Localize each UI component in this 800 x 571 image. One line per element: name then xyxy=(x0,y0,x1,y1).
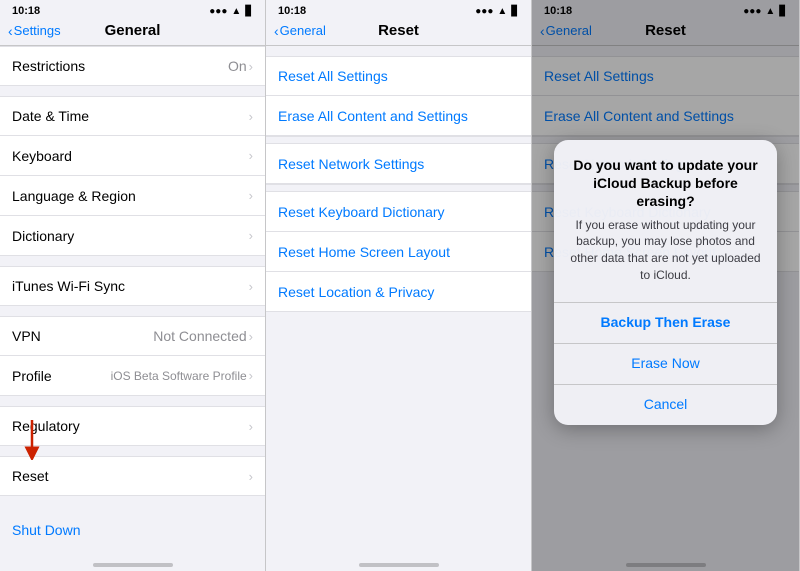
alert-message: If you erase without updating your backu… xyxy=(570,217,761,284)
item-reset[interactable]: Reset › xyxy=(0,456,265,496)
back-chevron-icon: ‹ xyxy=(8,23,13,39)
label-reset: Reset xyxy=(12,468,49,484)
nav-bar-2: ‹ General Reset xyxy=(266,20,531,46)
item-datetime[interactable]: Date & Time › xyxy=(0,96,265,136)
chevron-language: › xyxy=(249,188,253,203)
nav-back-label-2: General xyxy=(280,23,326,38)
chevron-dictionary: › xyxy=(249,228,253,243)
value-restrictions: On › xyxy=(228,58,253,74)
item-keyboard[interactable]: Keyboard › xyxy=(0,136,265,176)
value-profile: iOS Beta Software Profile › xyxy=(111,368,253,383)
nav-back-2[interactable]: ‹ General xyxy=(274,23,326,39)
label-profile: Profile xyxy=(12,368,52,384)
section-reset: Reset › xyxy=(0,456,265,496)
vpn-value: Not Connected xyxy=(153,328,246,344)
item-shutdown[interactable]: Shut Down xyxy=(0,510,265,550)
chevron-reset: › xyxy=(249,469,253,484)
item-profile[interactable]: Profile iOS Beta Software Profile › xyxy=(0,356,265,396)
label-restrictions: Restrictions xyxy=(12,58,85,74)
label-shutdown: Shut Down xyxy=(12,522,80,538)
label-itunes: iTunes Wi-Fi Sync xyxy=(12,278,125,294)
label-reset-keyboard: Reset Keyboard Dictionary xyxy=(278,204,445,220)
chevron-vpn: › xyxy=(249,329,253,344)
settings-list-1: Restrictions On › Date & Time › Keyboard… xyxy=(0,46,265,551)
chevron-restrictions: › xyxy=(249,59,253,74)
chevron-itunes: › xyxy=(249,279,253,294)
panel1-general: 10:18 ●●● ▲ ▊ ‹ Settings General Restric… xyxy=(0,0,266,571)
signal-icon: ●●● xyxy=(209,6,227,17)
section-restrictions: Restrictions On › xyxy=(0,46,265,86)
panel2-reset: 10:18 ●●● ▲ ▊ ‹ General Reset Reset All … xyxy=(266,0,532,571)
item-reset-keyboard[interactable]: Reset Keyboard Dictionary xyxy=(266,192,531,232)
label-dictionary: Dictionary xyxy=(12,228,74,244)
erase-now-button[interactable]: Erase Now xyxy=(554,344,777,385)
signal-icon-2: ●●● xyxy=(475,6,493,17)
home-indicator-2 xyxy=(359,563,439,567)
erase-now-label: Erase Now xyxy=(631,355,699,371)
nav-back-1[interactable]: ‹ Settings xyxy=(8,23,61,39)
item-reset-all[interactable]: Reset All Settings xyxy=(266,56,531,96)
panel3-dialog: 10:18 ●●● ▲ ▊ ‹ General Reset Reset All … xyxy=(532,0,800,571)
profile-value: iOS Beta Software Profile xyxy=(111,369,247,383)
cancel-button[interactable]: Cancel xyxy=(554,385,777,425)
item-dictionary[interactable]: Dictionary › xyxy=(0,216,265,256)
nav-title-1: General xyxy=(105,22,161,39)
bottom-bar-1 xyxy=(0,551,265,571)
reset-list: Reset All Settings Erase All Content and… xyxy=(266,46,531,551)
status-time-2: 10:18 xyxy=(278,5,306,17)
item-reset-home[interactable]: Reset Home Screen Layout xyxy=(266,232,531,272)
cancel-label: Cancel xyxy=(644,396,688,412)
label-vpn: VPN xyxy=(12,328,41,344)
label-reset-all: Reset All Settings xyxy=(278,68,388,84)
status-bar-2: 10:18 ●●● ▲ ▊ xyxy=(266,0,531,20)
item-language[interactable]: Language & Region › xyxy=(0,176,265,216)
chevron-keyboard: › xyxy=(249,148,253,163)
alert-content: Do you want to update your iCloud Backup… xyxy=(554,140,777,292)
nav-title-2: Reset xyxy=(378,22,419,39)
backup-then-erase-label: Backup Then Erase xyxy=(601,314,731,330)
nav-bar-1: ‹ Settings General xyxy=(0,20,265,46)
item-vpn[interactable]: VPN Not Connected › xyxy=(0,316,265,356)
label-erase-all: Erase All Content and Settings xyxy=(278,108,468,124)
label-language: Language & Region xyxy=(12,188,136,204)
value-vpn: Not Connected › xyxy=(153,328,253,344)
section-itunes: iTunes Wi-Fi Sync › xyxy=(0,266,265,306)
item-reset-network[interactable]: Reset Network Settings xyxy=(266,144,531,184)
battery-icon: ▊ xyxy=(245,6,253,17)
wifi-icon: ▲ xyxy=(231,6,241,17)
bottom-bar-2 xyxy=(266,551,531,571)
chevron-profile: › xyxy=(249,368,253,383)
wifi-icon-2: ▲ xyxy=(497,6,507,17)
label-reset-location: Reset Location & Privacy xyxy=(278,284,434,300)
status-icons-1: ●●● ▲ ▊ xyxy=(209,6,253,17)
home-indicator-1 xyxy=(93,563,173,567)
label-datetime: Date & Time xyxy=(12,108,89,124)
item-itunes[interactable]: iTunes Wi-Fi Sync › xyxy=(0,266,265,306)
label-reset-network: Reset Network Settings xyxy=(278,156,424,172)
nav-back-label: Settings xyxy=(14,23,61,38)
status-bar-1: 10:18 ●●● ▲ ▊ xyxy=(0,0,265,20)
backup-then-erase-button[interactable]: Backup Then Erase xyxy=(554,303,777,344)
section-reset-items: Reset All Settings Erase All Content and… xyxy=(266,56,531,312)
label-reset-home: Reset Home Screen Layout xyxy=(278,244,450,260)
item-reset-location[interactable]: Reset Location & Privacy xyxy=(266,272,531,312)
battery-icon-2: ▊ xyxy=(511,6,519,17)
chevron-datetime: › xyxy=(249,109,253,124)
item-erase-all[interactable]: Erase All Content and Settings xyxy=(266,96,531,136)
chevron-regulatory: › xyxy=(249,419,253,434)
back-chevron-icon-2: ‹ xyxy=(274,23,279,39)
status-icons-2: ●●● ▲ ▊ xyxy=(475,6,519,17)
status-time-1: 10:18 xyxy=(12,5,40,17)
section-vpn-profile: VPN Not Connected › Profile iOS Beta Sof… xyxy=(0,316,265,396)
item-restrictions[interactable]: Restrictions On › xyxy=(0,46,265,86)
down-arrow-annotation xyxy=(18,420,46,460)
restrictions-value: On xyxy=(228,58,247,74)
alert-title: Do you want to update your iCloud Backup… xyxy=(570,156,761,211)
alert-dialog: Do you want to update your iCloud Backup… xyxy=(554,140,777,425)
section-datetime-dict: Date & Time › Keyboard › Language & Regi… xyxy=(0,96,265,256)
label-keyboard: Keyboard xyxy=(12,148,72,164)
